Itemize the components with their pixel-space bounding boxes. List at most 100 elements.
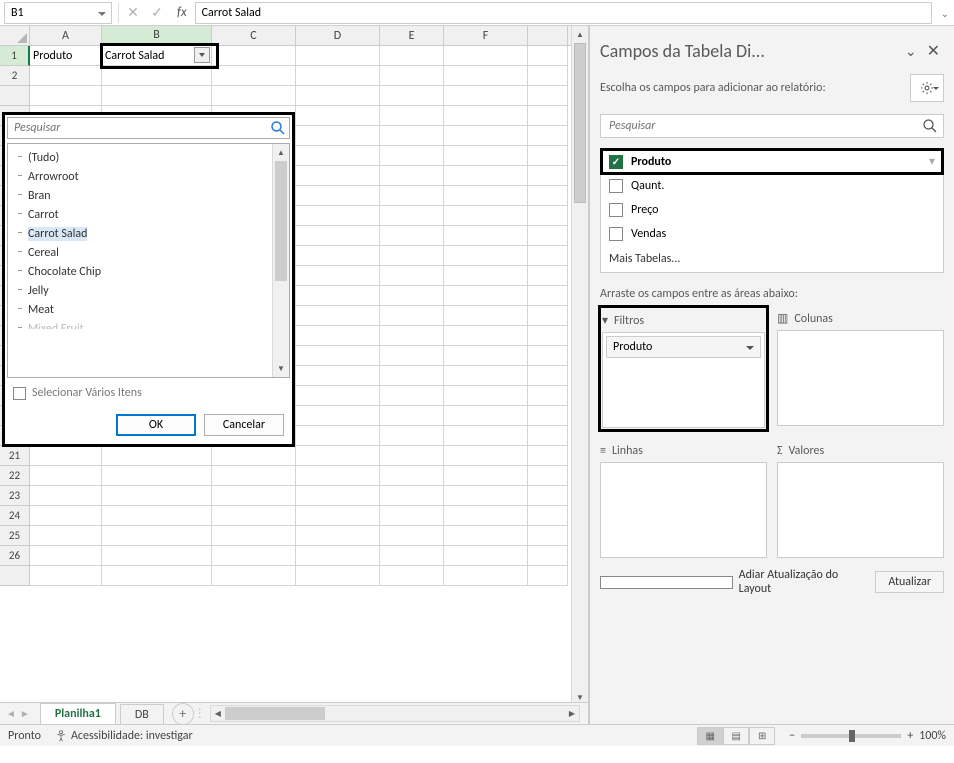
cell[interactable] <box>380 46 444 66</box>
page-layout-button[interactable]: ▤ <box>723 727 749 745</box>
cell[interactable] <box>380 66 444 86</box>
cell[interactable] <box>296 566 380 586</box>
cell[interactable] <box>444 66 528 86</box>
chevron-down-icon[interactable]: ⌄ <box>905 43 917 60</box>
column-header-A[interactable]: A <box>30 26 102 45</box>
filter-item[interactable]: Meat <box>10 300 287 319</box>
cell[interactable] <box>102 86 212 106</box>
cell[interactable] <box>212 46 296 66</box>
cell[interactable] <box>444 566 528 586</box>
cell[interactable] <box>296 106 380 126</box>
cell[interactable] <box>528 186 568 206</box>
filter-item-list[interactable]: (Tudo)ArrowrootBranCarrotCarrot SaladCer… <box>7 143 290 378</box>
filter-search[interactable] <box>7 117 290 139</box>
cell[interactable] <box>444 466 528 486</box>
sheet-tab-planilha1[interactable]: Planilha1 <box>40 703 116 724</box>
cell[interactable] <box>528 446 568 466</box>
cell[interactable] <box>296 466 380 486</box>
cell[interactable] <box>212 506 296 526</box>
cell[interactable] <box>444 266 528 286</box>
filter-search-input[interactable] <box>7 117 290 139</box>
cell[interactable] <box>102 506 212 526</box>
cell[interactable] <box>444 506 528 526</box>
cell[interactable] <box>380 226 444 246</box>
cell[interactable] <box>296 426 380 446</box>
sheet-tab-db[interactable]: DB <box>120 704 164 724</box>
cell[interactable] <box>528 406 568 426</box>
cell[interactable] <box>528 266 568 286</box>
zoom-control[interactable]: − + 100% <box>789 729 946 743</box>
vertical-scrollbar[interactable]: ▲ ▼ <box>571 26 588 706</box>
cell[interactable] <box>444 366 528 386</box>
cell[interactable] <box>296 326 380 346</box>
cell[interactable] <box>296 366 380 386</box>
row-header[interactable]: 1 <box>0 46 30 66</box>
filter-item[interactable]: Carrot Salad <box>10 224 287 243</box>
field-row-produto[interactable]: ✓Produto▾ <box>601 149 943 174</box>
zoom-slider[interactable] <box>801 734 901 738</box>
cell[interactable] <box>30 66 102 86</box>
cell[interactable] <box>380 566 444 586</box>
scroll-up-icon[interactable]: ▲ <box>572 26 588 43</box>
cell[interactable] <box>444 306 528 326</box>
cell[interactable] <box>380 546 444 566</box>
cell[interactable] <box>212 526 296 546</box>
cell[interactable] <box>380 206 444 226</box>
cell[interactable] <box>444 446 528 466</box>
cell[interactable] <box>444 206 528 226</box>
cell[interactable] <box>102 526 212 546</box>
cell[interactable] <box>102 546 212 566</box>
cell[interactable] <box>296 486 380 506</box>
filter-list-scrollbar[interactable]: ▲ ▼ <box>272 144 289 377</box>
filter-item[interactable]: Carrot <box>10 205 287 224</box>
cell[interactable] <box>296 46 380 66</box>
filter-item[interactable]: Cereal <box>10 243 287 262</box>
cell[interactable] <box>528 46 568 66</box>
cell[interactable] <box>102 66 212 86</box>
cell[interactable] <box>102 486 212 506</box>
scroll-thumb[interactable] <box>574 43 586 203</box>
row-header[interactable] <box>0 566 30 586</box>
cell[interactable] <box>296 246 380 266</box>
filter-item[interactable]: Arrowroot <box>10 167 287 186</box>
cell[interactable] <box>380 146 444 166</box>
cell[interactable] <box>296 286 380 306</box>
filter-area-item-produto[interactable]: Produto <box>606 336 761 358</box>
formula-input[interactable]: Carrot Salad ⌄ <box>195 2 932 24</box>
cell[interactable] <box>296 226 380 246</box>
cancel-button[interactable]: Cancelar <box>204 414 284 436</box>
cell[interactable] <box>296 126 380 146</box>
cell[interactable] <box>444 286 528 306</box>
cell[interactable] <box>30 546 102 566</box>
filter-item[interactable]: Bran <box>10 186 287 205</box>
cell[interactable] <box>528 306 568 326</box>
cell[interactable] <box>380 346 444 366</box>
cell[interactable] <box>528 526 568 546</box>
cell[interactable] <box>528 206 568 226</box>
row-header[interactable]: 22 <box>0 466 30 486</box>
cell[interactable] <box>528 426 568 446</box>
cell[interactable] <box>296 546 380 566</box>
cell[interactable] <box>528 346 568 366</box>
cell[interactable] <box>528 566 568 586</box>
cell[interactable] <box>444 406 528 426</box>
field-row-preço[interactable]: Preço <box>601 198 943 222</box>
cell[interactable] <box>380 286 444 306</box>
cell[interactable] <box>30 506 102 526</box>
cell[interactable] <box>296 526 380 546</box>
scroll-down-icon[interactable]: ▼ <box>273 360 289 377</box>
cell[interactable] <box>380 306 444 326</box>
field-search-input[interactable] <box>600 114 944 138</box>
cell[interactable] <box>528 246 568 266</box>
fx-icon[interactable]: fx <box>169 5 195 20</box>
cell[interactable] <box>380 86 444 106</box>
cell[interactable] <box>380 266 444 286</box>
cell[interactable] <box>444 106 528 126</box>
cell[interactable] <box>30 566 102 586</box>
cell[interactable] <box>296 186 380 206</box>
cell[interactable] <box>444 226 528 246</box>
row-header[interactable]: 26 <box>0 546 30 566</box>
filters-area[interactable]: ▾Filtros Produto <box>600 307 767 430</box>
scroll-thumb[interactable] <box>275 161 287 281</box>
cell[interactable] <box>30 526 102 546</box>
